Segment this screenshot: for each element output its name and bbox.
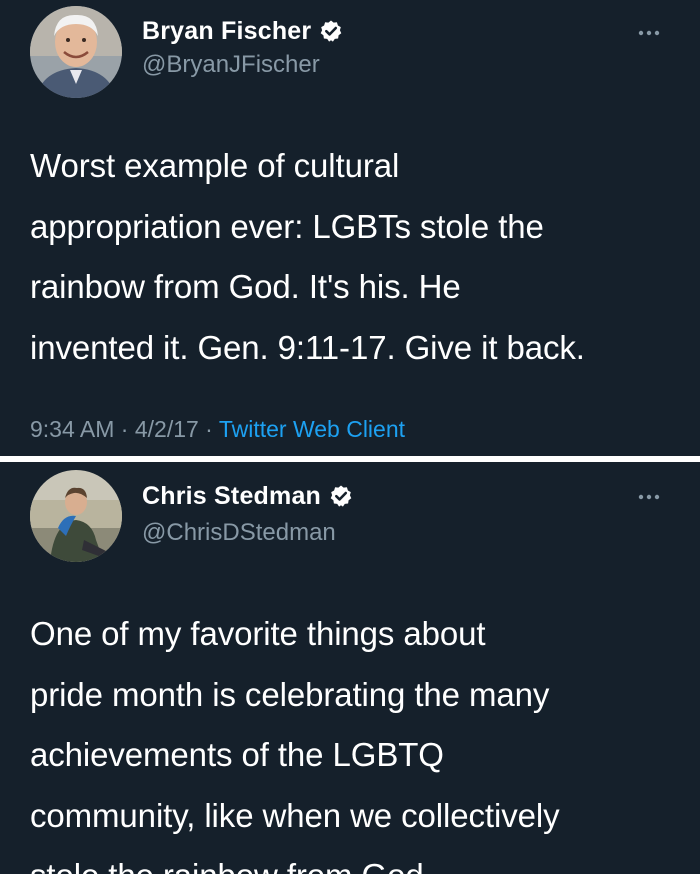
tweet-time[interactable]: 9:34 AM bbox=[30, 416, 114, 442]
display-name-row: Bryan Fischer bbox=[142, 16, 343, 46]
user-handle[interactable]: @BryanJFischer bbox=[142, 51, 320, 79]
more-options-icon[interactable] bbox=[638, 492, 660, 502]
tweet-card[interactable]: Chris Stedman @ChrisDStedman One of my f… bbox=[0, 462, 700, 874]
avatar[interactable] bbox=[30, 470, 122, 562]
display-name-row: Chris Stedman bbox=[142, 481, 353, 511]
tweet-date[interactable]: 4/2/17 bbox=[135, 416, 199, 442]
more-options-icon[interactable] bbox=[638, 28, 660, 38]
meta-separator: · bbox=[114, 416, 135, 442]
verified-badge-icon bbox=[321, 20, 342, 42]
avatar[interactable] bbox=[30, 6, 122, 98]
tweet-metadata: 9:34 AM · 4/2/17 · Twitter Web Client bbox=[30, 414, 405, 444]
meta-separator: · bbox=[198, 416, 219, 442]
display-name[interactable]: Bryan Fischer bbox=[142, 16, 311, 46]
display-name[interactable]: Chris Stedman bbox=[142, 481, 321, 511]
user-handle[interactable]: @ChrisDStedman bbox=[142, 519, 336, 547]
tweet-text: Worst example of cultural appropriation … bbox=[30, 147, 585, 366]
avatar-image bbox=[30, 6, 122, 98]
tweet-source-link[interactable]: Twitter Web Client bbox=[219, 416, 405, 442]
tweet-card[interactable]: Bryan Fischer @BryanJFischer Worst examp… bbox=[0, 0, 700, 456]
tweet-text: One of my favorite things about pride mo… bbox=[30, 615, 560, 874]
verified-badge-icon bbox=[330, 485, 352, 507]
avatar-image bbox=[30, 470, 122, 562]
